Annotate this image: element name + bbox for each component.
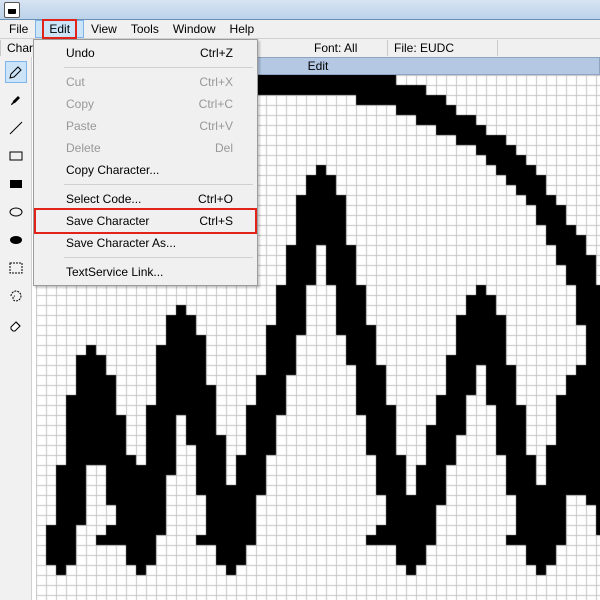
menu-view[interactable]: View [84, 20, 124, 38]
menu-file[interactable]: File [2, 20, 35, 38]
tool-rect-icon[interactable] [5, 145, 27, 167]
menu-window[interactable]: Window [166, 20, 223, 38]
menu-separator [64, 184, 253, 185]
menu-item-copy-character[interactable]: Copy Character... [36, 159, 255, 181]
highlighted-item: Save CharacterCtrl+S [34, 208, 257, 234]
menu-item-cut: CutCtrl+X [36, 71, 255, 93]
menu-item-save-character-as[interactable]: Save Character As... [36, 232, 255, 254]
menu-item-save-character[interactable]: Save CharacterCtrl+S [36, 210, 255, 232]
menu-item-delete: DeleteDel [36, 137, 255, 159]
info-file: File: EUDC [388, 40, 498, 56]
tool-rect-filled-icon[interactable] [5, 173, 27, 195]
menu-item-select-code[interactable]: Select Code...Ctrl+O [36, 188, 255, 210]
title-bar [0, 0, 600, 20]
tool-ellipse-icon[interactable] [5, 201, 27, 223]
info-font: Font: All [308, 40, 388, 56]
tool-brush-icon[interactable] [5, 89, 27, 111]
menu-item-paste: PasteCtrl+V [36, 115, 255, 137]
menu-item-copy: CopyCtrl+C [36, 93, 255, 115]
tool-select-rect-icon[interactable] [5, 257, 27, 279]
file-label: File: [394, 41, 417, 55]
menu-separator [64, 67, 253, 68]
edit-menu-dropdown: UndoCtrl+Z CutCtrl+XCopyCtrl+CPasteCtrl+V… [33, 39, 258, 286]
menu-item-undo[interactable]: UndoCtrl+Z [36, 42, 255, 64]
tool-eraser-icon[interactable] [5, 313, 27, 335]
tool-ellipse-filled-icon[interactable] [5, 229, 27, 251]
font-label: Font: [314, 41, 341, 55]
menu-edit[interactable]: Edit [35, 20, 84, 38]
file-value: EUDC [420, 41, 454, 55]
menu-help[interactable]: Help [223, 20, 262, 38]
tool-palette [0, 57, 32, 600]
menu-separator [64, 257, 253, 258]
menu-item-textservice-link[interactable]: TextService Link... [36, 261, 255, 283]
font-value: All [344, 41, 357, 55]
app-icon [4, 2, 20, 18]
menu-bar: FileEditViewToolsWindowHelp [0, 20, 600, 39]
tool-line-icon[interactable] [5, 117, 27, 139]
tool-pencil-icon[interactable] [5, 61, 27, 83]
tool-select-free-icon[interactable] [5, 285, 27, 307]
menu-tools[interactable]: Tools [124, 20, 166, 38]
